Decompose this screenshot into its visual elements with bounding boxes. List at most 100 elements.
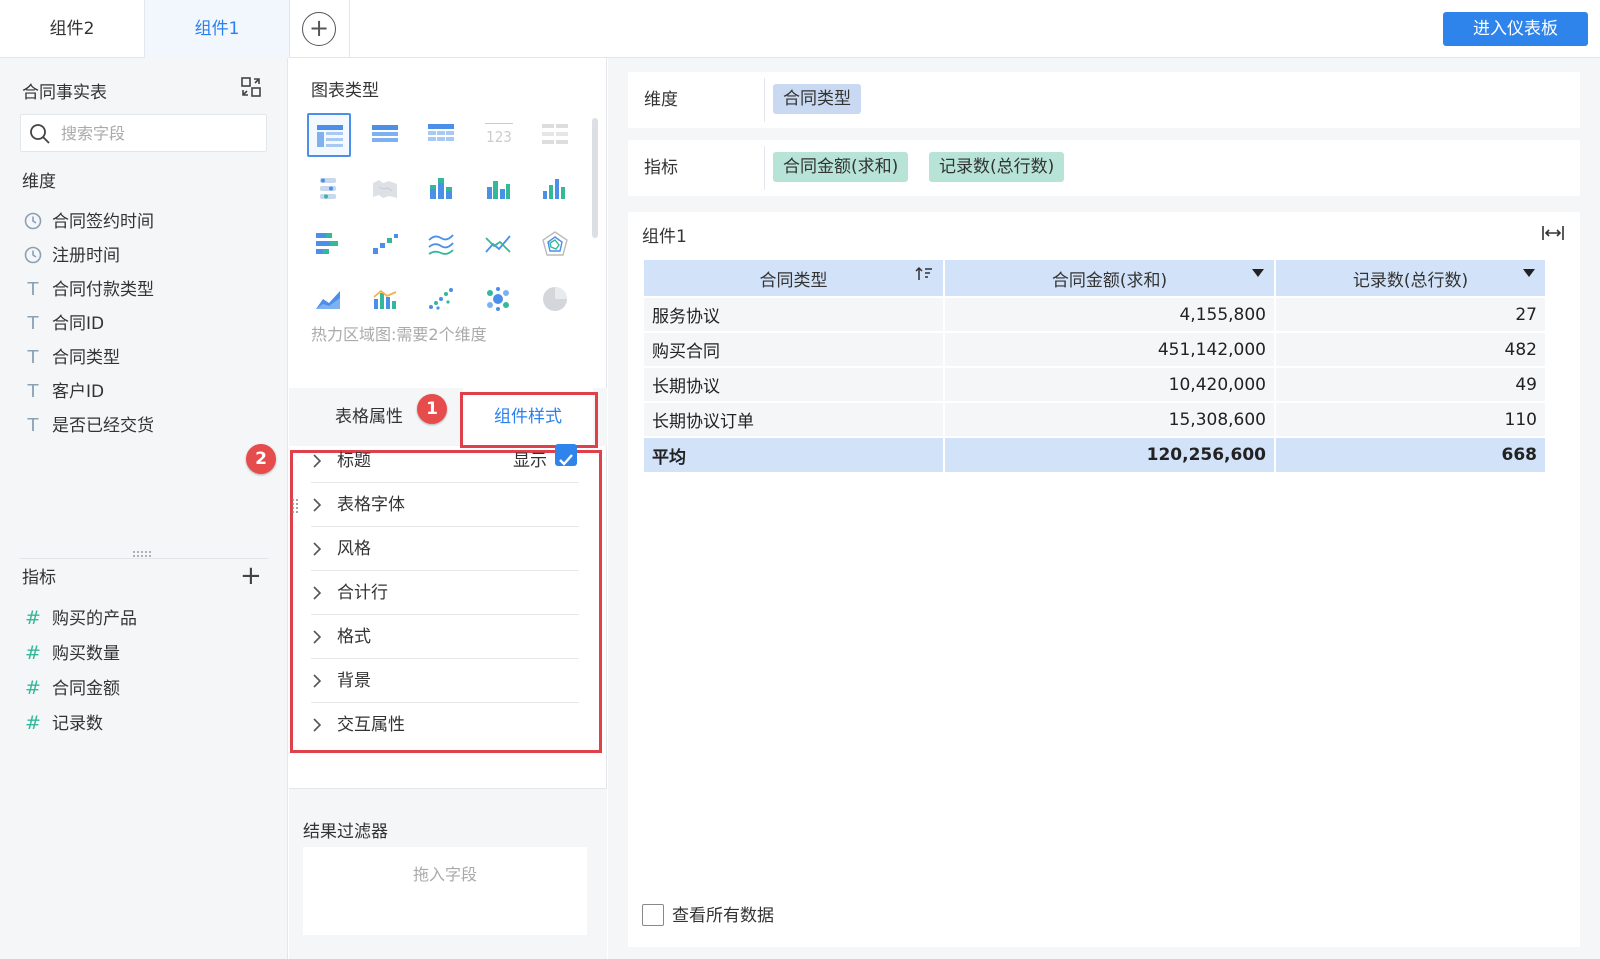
dimension-pill[interactable]: 合同类型: [773, 84, 861, 114]
view-all-checkbox[interactable]: [642, 904, 664, 926]
dimension-field[interactable]: T 合同ID: [22, 309, 105, 339]
scatter-chart-icon[interactable]: [420, 278, 464, 322]
polyline-chart-icon[interactable]: [477, 223, 521, 267]
clock-icon: [22, 241, 44, 271]
tab-component2[interactable]: 组件2: [0, 0, 145, 58]
column-header[interactable]: 合同金额(求和): [943, 258, 1276, 298]
field-label: 合同付款类型: [52, 280, 154, 300]
bubble-chart-icon[interactable]: [477, 278, 521, 322]
bar-chart-icon[interactable]: [534, 168, 578, 212]
tab-component1[interactable]: 组件1: [145, 0, 290, 58]
metric-field[interactable]: # 合同金额: [22, 673, 120, 703]
clock-icon: [22, 207, 44, 237]
view-all-data-toggle[interactable]: 查看所有数据: [642, 904, 774, 928]
plus-circle-icon[interactable]: +: [302, 12, 336, 46]
text-type-icon: T: [27, 347, 39, 368]
dimension-shelf: 维度 合同类型: [628, 72, 1580, 128]
text-type-icon: T: [27, 313, 39, 334]
chevron-right-icon: [311, 659, 337, 703]
accordion-total-row[interactable]: 合计行: [311, 571, 579, 615]
step-badge-2: 2: [246, 444, 276, 474]
enter-dashboard-button[interactable]: 进入仪表板: [1443, 12, 1588, 46]
dimension-field[interactable]: T 合同类型: [22, 343, 121, 373]
field-label: 是否已经交货: [52, 416, 154, 436]
radar-chart-icon[interactable]: [534, 223, 578, 267]
chevron-right-icon: [311, 615, 337, 659]
accordion-format[interactable]: 格式: [311, 615, 579, 659]
add-tab-button[interactable]: +: [290, 0, 350, 58]
kpi-card-chart-icon[interactable]: [534, 113, 578, 157]
cell: 110: [1274, 401, 1547, 438]
dimension-field[interactable]: T 是否已经交货: [22, 411, 155, 441]
filter-drop-zone[interactable]: 拖入字段: [303, 847, 587, 935]
dimension-field[interactable]: T 客户ID: [22, 377, 105, 407]
chevron-right-icon: [311, 571, 337, 615]
step-badge-1: 1: [417, 394, 447, 424]
field-label: 合同类型: [52, 348, 120, 368]
accordion-style[interactable]: 风格: [311, 527, 579, 571]
field-label: 合同ID: [52, 314, 105, 334]
field-label: 合同签约时间: [52, 212, 154, 232]
switch-table-icon[interactable]: [240, 76, 262, 98]
data-table: 合同类型 合同金额(求和) 记录数(总行数) 服务协议 4,155,800 27…: [642, 258, 1547, 474]
show-checkbox[interactable]: [555, 444, 577, 466]
line-chart-icon[interactable]: [420, 223, 464, 267]
hash-icon: #: [25, 607, 41, 629]
area-chart-icon[interactable]: [307, 278, 351, 322]
dimension-field[interactable]: 合同签约时间: [22, 207, 154, 237]
cell: 平均: [642, 436, 945, 474]
column-header-label: 合同类型: [759, 270, 828, 291]
accordion-title[interactable]: 标题 显示: [311, 439, 579, 483]
dimension-field[interactable]: 注册时间: [22, 241, 120, 271]
table-row: 长期协议订单 15,308,600 110: [642, 401, 1547, 438]
chart-hint-text: 热力区域图:需要2个维度: [311, 325, 487, 344]
detail-table-chart-icon[interactable]: [420, 113, 464, 157]
config-panel: 图表类型 123 热力区域图:需要2个维度 表格属性 组件样式 1 2 标题 显…: [246, 58, 607, 959]
pie-chart-icon[interactable]: [534, 278, 578, 322]
resize-handle-icon[interactable]: [132, 550, 152, 558]
metric-field[interactable]: # 记录数: [22, 708, 103, 738]
column-header[interactable]: 记录数(总行数): [1274, 258, 1547, 298]
accordion-label: 交互属性: [337, 715, 405, 735]
map-chart-icon[interactable]: [364, 168, 408, 212]
metric-field[interactable]: # 购买数量: [22, 638, 120, 668]
metric-field[interactable]: # 购买的产品: [22, 603, 137, 633]
grouped-table-chart-icon[interactable]: [307, 113, 351, 157]
sort-ascending-icon[interactable]: [915, 266, 933, 282]
field-panel: 合同事实表 维度 合同签约时间 注册时间 T 合同付款类型 T 合同ID T 合同类型…: [0, 58, 288, 959]
add-metric-button[interactable]: +: [240, 563, 262, 589]
fit-width-icon[interactable]: [1542, 224, 1564, 242]
chart-type-grid: 123: [307, 113, 587, 333]
search-field[interactable]: [20, 114, 267, 152]
cross-table-chart-icon[interactable]: [364, 113, 408, 157]
section-divider: [20, 558, 268, 559]
field-label: 合同金额: [52, 679, 120, 699]
accordion-table-font[interactable]: 表格字体: [311, 483, 579, 527]
cell: 27: [1274, 296, 1547, 333]
accordion-interaction[interactable]: 交互属性: [311, 703, 579, 747]
column-header[interactable]: 合同类型: [642, 258, 945, 298]
metric-pill[interactable]: 记录数(总行数): [929, 152, 1065, 182]
grouped-bar-chart-icon[interactable]: [477, 168, 521, 212]
dropdown-arrow-icon[interactable]: [1252, 268, 1264, 279]
top-bar: 组件2 组件1 + 进入仪表板: [0, 0, 1600, 58]
horizontal-stacked-bar-chart-icon[interactable]: [307, 223, 351, 267]
drag-handle-icon[interactable]: [291, 498, 299, 514]
metric-shelf-label: 指标: [644, 158, 678, 178]
waterfall-chart-icon[interactable]: [364, 223, 408, 267]
metric-pill[interactable]: 合同金额(求和): [773, 152, 909, 182]
field-label: 购买的产品: [52, 609, 137, 629]
cell: 49: [1274, 366, 1547, 403]
chart-list-scrollbar[interactable]: [592, 118, 598, 238]
accordion-background[interactable]: 背景: [311, 659, 579, 703]
combo-chart-icon[interactable]: [364, 278, 408, 322]
show-title-toggle[interactable]: 显示: [513, 439, 577, 483]
dimension-field[interactable]: T 合同付款类型: [22, 275, 155, 305]
text-type-icon: T: [27, 279, 39, 300]
hash-icon: #: [25, 677, 41, 699]
stacked-bar-chart-icon[interactable]: [420, 168, 464, 212]
dropdown-arrow-icon[interactable]: [1523, 268, 1535, 279]
kpi-number-chart-icon[interactable]: 123: [477, 113, 521, 157]
search-input[interactable]: [61, 121, 256, 145]
range-bar-chart-icon[interactable]: [307, 168, 351, 212]
